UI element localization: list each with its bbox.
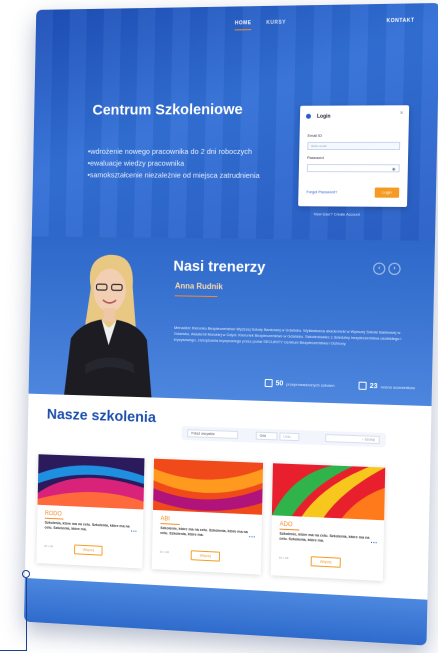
callout-marker-icon [22,570,30,578]
book-icon [264,378,273,388]
course-card[interactable]: ADO Szkolenie, które ma na celu. Szkolen… [270,463,386,582]
course-description: Szkolenie, które ma na celu. Szkolenia, … [160,526,248,538]
screenshot-stage: HOME KURSY KONTAKT Centrum Szkoleniowe w… [0,0,438,653]
course-card[interactable]: ABI Szkolenie, które ma na celu. Szkolen… [151,458,264,575]
create-account-link[interactable]: New User? Create Account [314,212,360,216]
stat-label: ocena uczestników [380,383,416,390]
course-meta: 1h • 40 [44,543,54,549]
stat-label: przeprowadzonych szkoleń [286,381,335,388]
password-field[interactable] [306,164,400,173]
chevron-left-icon[interactable]: ‹ [373,262,386,275]
hero-bullet: ewaluacje wiedzy pracownika [88,158,261,170]
course-description: Szkolenie, które ma na celu. Szkolenia, … [279,531,370,543]
course-image [153,458,264,515]
callout-line [25,578,27,651]
stat-value: 50 [275,379,284,387]
course-card[interactable]: RODO Szkolenia, które ma na celu. Szkole… [36,454,145,569]
filter-bar: Pokaż wszystkie Grid Lista ⌕ Szukaj [181,426,386,448]
chevron-right-icon[interactable]: › [388,262,401,276]
courses-section: Nasze szkolenia Pokaż wszystkie Grid Lis… [24,393,432,600]
trainer-name: Anna Rudnik [174,281,223,292]
course-meta: 1h • 40 [278,555,289,561]
forgot-password-link[interactable]: Forgot Password? [306,190,337,194]
more-options-icon[interactable]: ··· [370,540,377,547]
callout-line [0,650,27,652]
course-more-button[interactable]: Więcej [190,550,220,562]
eye-icon[interactable]: ◉ [392,166,396,171]
category-select[interactable]: Pokaż wszystkie [187,429,239,439]
login-title: Login [316,113,331,120]
login-button[interactable]: Login [374,187,400,198]
stat-value: 23 [369,382,378,390]
hero-section: HOME KURSY KONTAKT Centrum Szkoleniowe w… [31,2,438,241]
hero-bullet-list: wdrożenie nowego pracownika do 2 dni rob… [87,146,260,182]
course-title[interactable]: RODO [45,511,62,518]
user-icon [305,113,312,119]
stat-trainings: 50 przeprowadzonych szkoleń [264,378,335,389]
password-label: Password [307,156,324,161]
website-mockup: HOME KURSY KONTAKT Centrum Szkoleniowe w… [24,2,438,646]
trainers-section: Nasi trenerzy Anna Rudnik ‹ › Menadżer K… [28,236,435,407]
email-field[interactable]: Enter email [307,141,401,151]
stat-rating: 23 ocena uczestników [358,381,416,392]
slider-arrows: ‹ › [373,262,401,276]
nav-kontakt-link[interactable]: KONTAKT [386,18,414,25]
course-image [37,454,145,510]
course-image [271,463,386,521]
course-title[interactable]: ABI [160,516,169,522]
course-description: Szkolenia, które ma na celu. Szkolenia, … [44,520,130,532]
course-more-button[interactable]: Więcej [74,544,103,556]
course-meta: 1h • 40 [159,549,169,555]
course-more-button[interactable]: Więcej [310,556,341,568]
email-label: Email ID [307,133,322,138]
nav-home-link[interactable]: HOME [235,20,252,26]
more-options-icon[interactable]: ··· [130,529,137,536]
search-placeholder: Szukaj [364,437,375,442]
courses-title: Nasze szkolenia [46,405,157,427]
divider [174,295,218,298]
more-options-icon[interactable]: ··· [249,534,256,541]
trainer-description: Menadżer Kierunku Bezpieczeństwo Wyższej… [173,324,402,347]
login-panel: Login ✕ Email ID Enter email Password ◉ … [298,105,410,207]
list-view-toggle[interactable]: Lista [279,432,300,442]
login-header: Login [305,113,331,120]
close-icon[interactable]: ✕ [400,110,404,116]
hero-bullet: samokształcenie niezależnie od miejsca z… [87,169,260,181]
course-title[interactable]: ADO [280,522,293,529]
search-input[interactable]: ⌕ Szukaj [325,434,380,445]
nav-kursy-link[interactable]: KURSY [266,20,286,26]
hero-title: Centrum Szkoleniowe [92,101,243,119]
trainer-photo [64,254,154,398]
chart-icon [358,381,367,390]
grid-view-toggle[interactable]: Grid [255,431,278,441]
hero-bullet: wdrożenie nowego pracownika do 2 dni rob… [88,146,261,158]
trainers-title: Nasi trenerzy [173,257,266,276]
